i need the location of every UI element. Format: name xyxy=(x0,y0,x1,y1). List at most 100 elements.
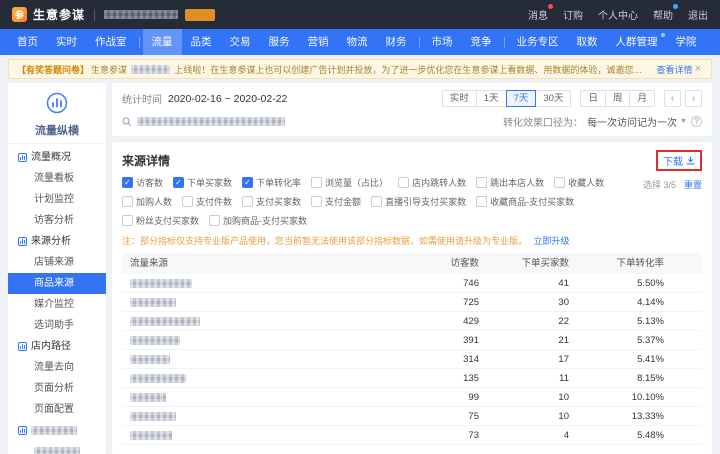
sidebar-item-traffic-dashboard[interactable]: 流量看板 xyxy=(8,168,106,189)
nav-item-business-zone[interactable]: 业务专区 xyxy=(508,29,568,55)
metric-checkbox[interactable]: 收藏商品-支付买家数 xyxy=(476,195,574,208)
checkbox-unchecked-icon[interactable] xyxy=(398,177,410,188)
metric-checkbox[interactable]: 直播引导支付买家数 xyxy=(371,195,466,208)
checkbox-unchecked-icon[interactable] xyxy=(182,196,194,207)
range-option-realtime[interactable]: 实时 xyxy=(441,90,477,107)
app-logo[interactable]: 生意参谋 xyxy=(33,6,85,23)
checkbox-checked-icon[interactable]: ✓ xyxy=(242,177,254,188)
nav-item-service[interactable]: 服务 xyxy=(260,29,299,55)
topbar-messages[interactable]: 消息 xyxy=(528,4,553,22)
nav-item-trade[interactable]: 交易 xyxy=(221,29,260,55)
table-row[interactable]: 429 22 5.13% xyxy=(122,312,702,331)
help-icon[interactable]: ? xyxy=(691,116,702,127)
banner-close-icon[interactable]: × xyxy=(693,63,703,75)
checkbox-unchecked-icon[interactable] xyxy=(476,196,488,207)
nav-item-war-room[interactable]: 作战室 xyxy=(86,29,136,55)
sidebar-item-visitor-analysis[interactable]: 访客分析 xyxy=(8,210,106,231)
metric-checkbox[interactable]: ✓ 下单买家数 xyxy=(173,176,232,189)
sidebar-item-plan-monitor[interactable]: 计划监控 xyxy=(8,189,106,210)
nav-item-finance[interactable]: 财务 xyxy=(377,29,416,55)
topbar-logout[interactable]: 退出 xyxy=(688,7,708,22)
metric-checkbox[interactable]: ✓ 访客数 xyxy=(122,176,163,189)
next-button[interactable]: › xyxy=(685,90,702,107)
checkbox-checked-icon[interactable]: ✓ xyxy=(122,177,133,188)
topbar-account-center[interactable]: 个人中心 xyxy=(598,7,638,22)
metric-checkbox[interactable]: 收藏人数 xyxy=(554,176,604,189)
period-option-month[interactable]: 月 xyxy=(629,90,655,107)
metric-checkbox[interactable]: 支付件数 xyxy=(182,195,232,208)
download-button[interactable]: 下载 xyxy=(663,153,695,168)
metric-checkbox[interactable]: 粉丝支付买家数 xyxy=(122,214,199,227)
checkbox-unchecked-icon[interactable] xyxy=(476,177,488,188)
sidebar-item-shop-source[interactable]: 店铺来源 xyxy=(8,252,106,273)
sidebar-item-traffic-overview[interactable]: 流量概况 xyxy=(8,147,106,168)
metric-checkbox[interactable]: 跳出本店人数 xyxy=(476,176,544,189)
checkbox-unchecked-icon[interactable] xyxy=(122,215,133,226)
table-row[interactable]: 75 10 13.33% xyxy=(122,407,702,426)
prev-button[interactable]: ‹ xyxy=(664,90,681,107)
checkbox-unchecked-icon[interactable] xyxy=(371,196,383,207)
nav-divider xyxy=(138,36,140,48)
table-row[interactable]: 314 17 5.41% xyxy=(122,350,702,369)
filter-row: 转化效果口径为： 每一次访问记为一次 ▼ ? xyxy=(122,114,702,129)
topbar-menu: 消息 订购 个人中心 帮助 退出 xyxy=(528,4,708,22)
topbar-subscribe[interactable]: 订购 xyxy=(563,7,583,22)
table-row[interactable]: 59915.25% xyxy=(122,445,702,448)
nav-item-market[interactable]: 市场 xyxy=(423,29,462,55)
period-option-week[interactable]: 周 xyxy=(604,90,631,107)
checkbox-unchecked-icon[interactable] xyxy=(209,215,221,226)
table-row[interactable]: 73 4 5.48% xyxy=(122,426,702,445)
sidebar-item-media-monitor[interactable]: 媒介监控 xyxy=(8,294,106,315)
checkbox-unchecked-icon[interactable] xyxy=(311,177,323,188)
upgrade-link[interactable]: 立即升级 xyxy=(534,236,570,246)
nav-item-competition[interactable]: 竞争 xyxy=(462,29,501,55)
conversion-dropdown[interactable]: 每一次访问记为一次 ▼ xyxy=(587,114,687,129)
checkbox-checked-icon[interactable]: ✓ xyxy=(173,177,185,188)
range-option-30day[interactable]: 30天 xyxy=(535,90,572,107)
sidebar-item-source-analysis[interactable]: 来源分析 xyxy=(8,231,106,252)
banner-details-link[interactable]: 查看详情 xyxy=(657,63,693,76)
order-buyers-value: 11 xyxy=(559,373,569,384)
sidebar-item-product-source[interactable]: 商品来源 xyxy=(8,273,106,294)
sidebar-item-masked-group[interactable] xyxy=(8,420,106,441)
nav-item-data-extract[interactable]: 取数 xyxy=(568,29,607,55)
sidebar-item-instore-path[interactable]: 店内路径 xyxy=(8,336,106,357)
table-row[interactable]: 391 21 5.37% xyxy=(122,331,702,350)
nav-item-academy[interactable]: 学院 xyxy=(667,29,706,55)
topbar-help[interactable]: 帮助 xyxy=(653,4,678,22)
metric-label: 访客数 xyxy=(136,178,164,188)
sidebar-item-traffic-destination[interactable]: 流量去向 xyxy=(8,357,106,378)
checkbox-unchecked-icon[interactable] xyxy=(311,196,323,207)
table-row[interactable]: 725 30 4.14% xyxy=(122,293,702,312)
table-row[interactable]: 135 11 8.15% xyxy=(122,369,702,388)
source-name-masked xyxy=(130,278,192,288)
period-option-day[interactable]: 日 xyxy=(580,90,606,107)
range-option-1day[interactable]: 1天 xyxy=(475,90,507,107)
metric-checkbox[interactable]: 店内跳转人数 xyxy=(398,176,466,189)
metric-checkbox[interactable]: ✓ 下单转化率 xyxy=(242,176,301,189)
checkbox-unchecked-icon[interactable] xyxy=(554,177,566,188)
nav-item-category[interactable]: 品类 xyxy=(182,29,221,55)
checkbox-unchecked-icon[interactable] xyxy=(242,196,254,207)
sidebar-item-page-config[interactable]: 页面配置 xyxy=(8,399,106,420)
checkbox-unchecked-icon[interactable] xyxy=(122,196,133,207)
stat-time-value[interactable]: 2020-02-16 ~ 2020-02-22 xyxy=(168,93,287,105)
nav-item-audience-management[interactable]: 人群管理 xyxy=(607,29,667,55)
table-row[interactable]: 746 41 5.50% xyxy=(122,274,702,293)
range-option-7day[interactable]: 7天 xyxy=(505,90,537,107)
sidebar-item-masked-item[interactable] xyxy=(8,441,106,454)
metric-checkbox[interactable]: 加购商品-支付买家数 xyxy=(209,214,307,227)
sidebar-item-word-assistant[interactable]: 选词助手 xyxy=(8,315,106,336)
sidebar-item-page-analysis[interactable]: 页面分析 xyxy=(8,378,106,399)
nav-item-realtime[interactable]: 实时 xyxy=(47,29,86,55)
nav-item-traffic[interactable]: 流量 xyxy=(142,29,182,55)
metric-checkbox[interactable]: 支付金额 xyxy=(311,195,361,208)
nav-item-marketing[interactable]: 营销 xyxy=(299,29,338,55)
table-row[interactable]: 99 10 10.10% xyxy=(122,388,702,407)
metric-checkbox[interactable]: 浏览量（占比） xyxy=(311,176,388,189)
metric-checkbox[interactable]: 支付买家数 xyxy=(242,195,301,208)
metric-checkbox[interactable]: 加购人数 xyxy=(122,195,172,208)
reset-link[interactable]: 重置 xyxy=(684,178,702,191)
nav-item-logistics[interactable]: 物流 xyxy=(338,29,377,55)
nav-item-home[interactable]: 首页 xyxy=(8,29,47,55)
